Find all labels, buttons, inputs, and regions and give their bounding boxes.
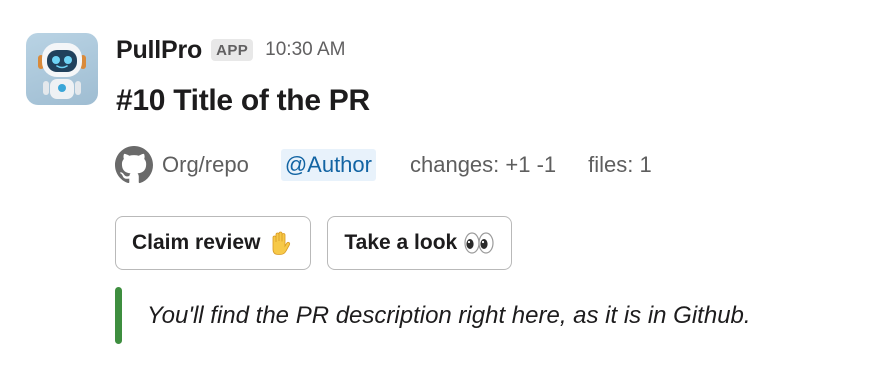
- pr-description: You'll find the PR description right her…: [147, 301, 751, 329]
- files-count: files: 1: [588, 152, 652, 177]
- pr-meta-row: Org/repo @Author changes: +1 -1 files: 1: [114, 145, 652, 185]
- take-a-look-label: Take a look: [344, 231, 458, 254]
- claim-review-label: Claim review: [132, 231, 261, 254]
- changes-count: changes: +1 -1: [409, 152, 557, 177]
- sender-name[interactable]: PullPro: [116, 36, 202, 65]
- pr-title: #10 Title of the PR: [116, 84, 370, 117]
- claim-review-button[interactable]: Claim review: [115, 216, 312, 270]
- raised-hand-icon: [266, 229, 294, 257]
- eyes-icon: [463, 230, 495, 256]
- action-buttons: Claim review Take a look: [115, 216, 513, 270]
- repo-link[interactable]: Org/repo: [162, 152, 249, 178]
- take-a-look-button[interactable]: Take a look: [327, 216, 513, 270]
- slack-message: PullPro APP 10:30 AM #10 Title of the PR…: [0, 0, 870, 368]
- github-icon: [114, 145, 154, 185]
- author-mention[interactable]: @Author: [280, 149, 376, 181]
- app-badge: APP: [211, 39, 254, 61]
- pr-description-quote: You'll find the PR description right her…: [115, 287, 751, 344]
- quote-accent-bar: [115, 287, 122, 344]
- message-timestamp[interactable]: 10:30 AM: [265, 39, 345, 61]
- message-header: PullPro APP 10:30 AM: [116, 34, 345, 66]
- robot-avatar-icon[interactable]: [26, 33, 98, 105]
